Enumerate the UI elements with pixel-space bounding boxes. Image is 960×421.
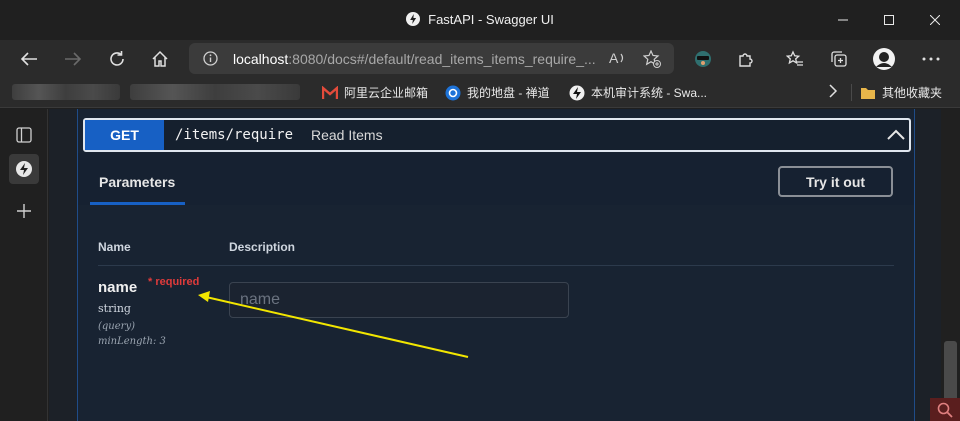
close-icon [930, 15, 940, 25]
url-text: localhost:8080/docs#/default/read_items_… [233, 51, 596, 67]
maximize-icon [884, 15, 894, 25]
browser-sidebar [0, 109, 48, 421]
extensions-button[interactable] [729, 43, 763, 75]
read-aloud-icon[interactable]: A [609, 50, 627, 67]
operation-description: Read Items [311, 127, 383, 143]
bookmark-item[interactable]: 本机审计系统 - Swa... [569, 84, 707, 101]
add-favorite-icon[interactable] [643, 50, 661, 68]
folder-icon [861, 87, 875, 99]
svg-text:A: A [609, 50, 619, 66]
bookmark-label: 阿里云企业邮箱 [344, 86, 429, 100]
extension-button[interactable] [686, 43, 720, 75]
swagger-page: GET /items/require Read Items Parameters… [49, 109, 941, 421]
arrow-right-icon [65, 52, 82, 66]
puzzle-icon [739, 53, 753, 67]
operation-summary[interactable]: GET /items/require Read Items [83, 118, 911, 152]
chevron-up-icon[interactable] [885, 124, 907, 146]
operation-path: /items/require [175, 127, 294, 143]
refresh-icon [110, 51, 124, 66]
refresh-button[interactable] [100, 43, 134, 75]
fastapi-tab-icon [16, 161, 32, 177]
operation-block: GET /items/require Read Items Parameters… [77, 109, 915, 421]
fastapi-icon [406, 12, 421, 26]
window-title-text: FastAPI - Swagger UI [428, 12, 554, 27]
magnifier-icon [937, 402, 953, 418]
collections-icon [831, 51, 847, 67]
profile-avatar-icon [873, 48, 895, 70]
page-scrollbar[interactable] [941, 109, 960, 421]
plus-icon [17, 204, 31, 218]
back-button[interactable] [12, 43, 46, 75]
tab-actions-button[interactable] [9, 120, 39, 150]
minimize-icon [838, 19, 848, 21]
url-path: :8080/docs#/default/read_items_items_req… [288, 51, 596, 67]
vertical-tab-fastapi[interactable] [9, 154, 39, 184]
try-it-out-button[interactable]: Try it out [778, 166, 893, 197]
tab-parameters-label: Parameters [99, 174, 176, 190]
http-method-badge: GET [85, 120, 164, 150]
name-parameter-input[interactable] [229, 282, 569, 318]
column-header-description: Description [229, 240, 296, 254]
navigation-bar: localhost:8080/docs#/default/read_items_… [0, 40, 960, 78]
bookmark-label: 本机审计系统 - Swa... [591, 86, 708, 100]
tabs-panel-icon [16, 127, 32, 143]
zoom-search-button[interactable] [930, 398, 960, 421]
favorites-icon [786, 50, 803, 66]
favorites-button[interactable] [778, 43, 812, 75]
info-icon [203, 51, 218, 66]
profile-button[interactable] [867, 43, 901, 75]
more-dots-icon [922, 57, 940, 61]
arrow-left-icon [20, 52, 37, 66]
title-bar: FastAPI - Swagger UI [0, 0, 960, 40]
home-button[interactable] [143, 43, 177, 75]
window-title: FastAPI - Swagger UI [0, 12, 960, 27]
home-icon [152, 50, 168, 67]
bookmarks-overflow-button[interactable] [828, 84, 838, 98]
close-button[interactable] [912, 0, 958, 40]
required-marker: * required [148, 276, 200, 288]
other-favorites-label: 其他收藏夹 [882, 86, 943, 100]
parameter-constraint: minLength: 3 [98, 336, 166, 347]
maximize-button[interactable] [866, 0, 912, 40]
minimize-button[interactable] [820, 0, 866, 40]
forward-button[interactable] [56, 43, 90, 75]
bookmark-item[interactable]: 我的地盘 - 禅道 [445, 84, 550, 101]
collections-button[interactable] [822, 43, 856, 75]
address-bar[interactable]: localhost:8080/docs#/default/read_items_… [189, 43, 674, 74]
extension-avatar-icon [695, 51, 711, 67]
parameter-type: string [98, 302, 131, 315]
parameters-header: Parameters Try it out [78, 153, 914, 205]
parameter-name: name [98, 279, 138, 296]
bookmarks-bar: 阿里云企业邮箱 我的地盘 - 禅道 本机审计系统 - Swa... 其他收藏夹 [0, 78, 960, 108]
mail-m-icon [322, 85, 338, 99]
more-menu-button[interactable] [914, 43, 948, 75]
bookmark-item[interactable]: 阿里云企业邮箱 [322, 84, 428, 101]
column-header-name: Name [98, 240, 131, 254]
url-host: localhost [233, 51, 289, 67]
parameter-location: (query) [98, 321, 135, 332]
parameters-table: Name Description name * required string … [78, 205, 914, 421]
zentao-icon [445, 85, 461, 100]
blurred-bookmark[interactable] [12, 84, 120, 100]
swagger-icon [569, 85, 585, 100]
blurred-bookmark[interactable] [130, 84, 300, 100]
header-divider [98, 265, 894, 266]
bookmark-label: 我的地盘 - 禅道 [467, 86, 550, 100]
other-favorites[interactable]: 其他收藏夹 [851, 84, 942, 101]
chevron-right-icon [829, 84, 838, 98]
tab-parameters[interactable]: Parameters [90, 153, 185, 205]
new-tab-button[interactable] [9, 196, 39, 226]
